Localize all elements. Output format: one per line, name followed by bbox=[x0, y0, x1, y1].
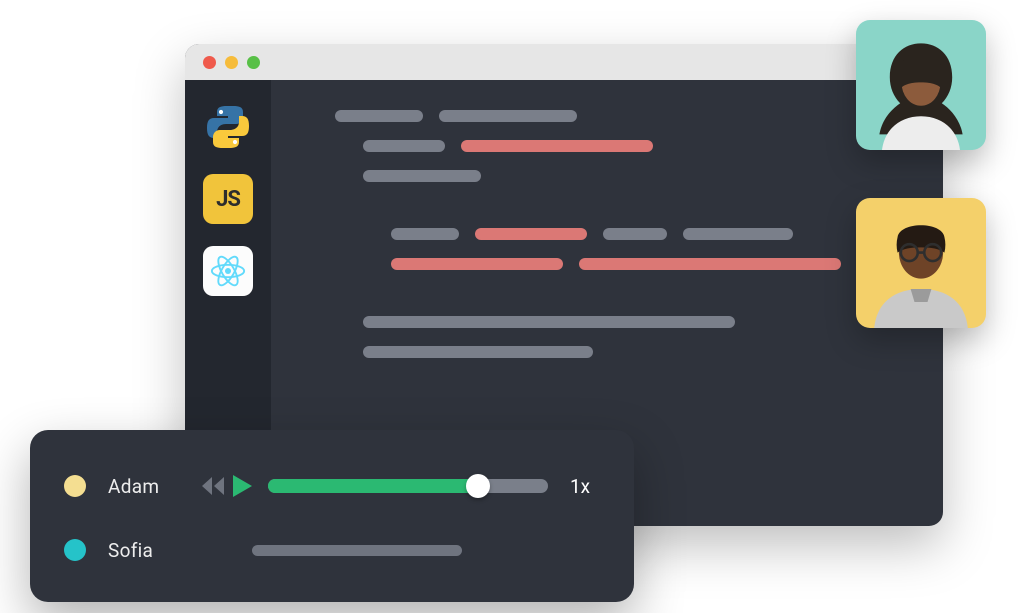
code-line bbox=[391, 258, 909, 270]
code-token bbox=[335, 110, 423, 122]
code-token bbox=[391, 228, 459, 240]
playback-controls bbox=[200, 473, 254, 499]
participant-avatar-adam[interactable] bbox=[856, 198, 986, 328]
maximize-window-button[interactable] bbox=[247, 56, 260, 69]
code-line bbox=[335, 110, 909, 122]
slider-fill bbox=[268, 479, 478, 493]
code-line bbox=[363, 316, 909, 328]
code-token bbox=[579, 258, 841, 270]
code-token bbox=[683, 228, 793, 240]
python-icon[interactable] bbox=[203, 102, 253, 152]
playback-panel: Adam 1x Sofia bbox=[30, 430, 634, 602]
javascript-icon[interactable]: JS bbox=[203, 174, 253, 224]
javascript-icon-label: JS bbox=[216, 187, 240, 212]
play-button[interactable] bbox=[230, 473, 254, 499]
code-token bbox=[363, 140, 445, 152]
code-token bbox=[603, 228, 667, 240]
code-line bbox=[391, 228, 909, 240]
code-token bbox=[363, 346, 593, 358]
code-token bbox=[439, 110, 577, 122]
slider-knob[interactable] bbox=[466, 474, 490, 498]
code-line bbox=[363, 140, 909, 152]
code-token bbox=[461, 140, 653, 152]
playback-row-sofia: Sofia bbox=[64, 520, 600, 580]
minimize-window-button[interactable] bbox=[225, 56, 238, 69]
timeline-marker[interactable] bbox=[252, 545, 462, 556]
participant-avatar-sofia[interactable] bbox=[856, 20, 986, 150]
participant-name: Adam bbox=[108, 475, 200, 498]
code-line bbox=[363, 170, 909, 182]
react-icon[interactable] bbox=[203, 246, 253, 296]
code-line bbox=[335, 200, 909, 210]
participant-color-dot bbox=[64, 475, 86, 497]
code-token bbox=[363, 316, 735, 328]
playback-speed[interactable]: 1x bbox=[570, 475, 590, 498]
close-window-button[interactable] bbox=[203, 56, 216, 69]
code-token bbox=[475, 228, 587, 240]
code-token bbox=[391, 258, 563, 270]
code-line bbox=[335, 288, 909, 298]
rewind-button[interactable] bbox=[200, 475, 226, 497]
progress-slider[interactable] bbox=[268, 479, 548, 493]
code-token bbox=[363, 170, 481, 182]
playback-row-adam: Adam 1x bbox=[64, 456, 600, 516]
window-titlebar bbox=[185, 44, 943, 80]
participant-color-dot bbox=[64, 539, 86, 561]
participant-name: Sofia bbox=[108, 539, 200, 562]
code-line bbox=[363, 346, 909, 358]
